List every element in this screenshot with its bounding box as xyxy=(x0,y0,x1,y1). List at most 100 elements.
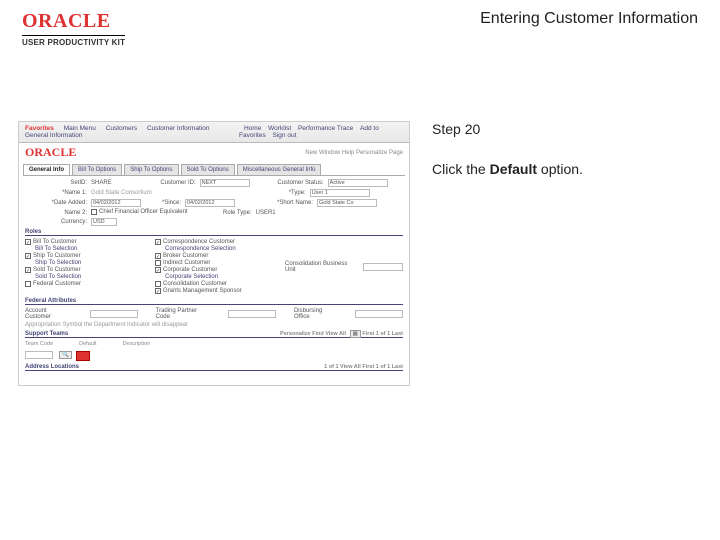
instruction-panel: Step 20 Click the Default option. xyxy=(432,121,702,386)
instruction-prefix: Click the xyxy=(432,161,490,177)
roles-col1: Bill To Customer Bill To Selection Ship … xyxy=(25,239,143,295)
billto-sel-label: Bill To Selection xyxy=(35,246,77,252)
instruction-bold: Default xyxy=(490,161,537,177)
shipto-sel-label: Ship To Selection xyxy=(35,260,81,266)
addr-pager: 1 of 1 View All First 1 of 1 Last xyxy=(324,364,403,370)
name2-label: Name 2: xyxy=(25,210,87,216)
corporate-sel-label: Corporate Selection xyxy=(165,274,218,280)
indirect-cust-label: Indirect Customer xyxy=(163,260,210,266)
tab-soldto[interactable]: Sold To Options xyxy=(181,164,235,175)
since-label: *Since: xyxy=(145,200,181,206)
default-option-button[interactable] xyxy=(76,351,90,361)
cons-bu-input[interactable] xyxy=(363,263,403,271)
billto-cust-checkbox[interactable] xyxy=(25,239,31,245)
federal-cust-checkbox[interactable] xyxy=(25,281,31,287)
shipto-cust-checkbox[interactable] xyxy=(25,253,31,259)
fed-acct-input[interactable] xyxy=(90,310,138,318)
custid-label: Customer ID: xyxy=(116,180,196,186)
grants-checkbox[interactable] xyxy=(155,288,161,294)
oracle-logo: ORACLE xyxy=(22,10,125,33)
federal-cust-label: Federal Customer xyxy=(33,281,81,287)
crumb-custinfo: Customer Information xyxy=(147,125,210,132)
link-home[interactable]: Home xyxy=(244,125,261,132)
crumb-favorites: Favorites xyxy=(25,125,54,132)
instruction-line: Click the Default option. xyxy=(432,161,702,177)
broker-cust-checkbox[interactable] xyxy=(155,253,161,259)
billto-cust-label: Bill To Customer xyxy=(33,239,77,245)
roletype-label: Role Type: xyxy=(192,210,252,216)
currency-input[interactable]: USD xyxy=(91,218,117,226)
grants-label: Grants Management Sponsor xyxy=(163,288,242,294)
fed-note: Appropriation Symbol the Department Indi… xyxy=(25,322,403,328)
tab-shipto[interactable]: Ship To Options xyxy=(124,164,178,175)
currency-label: Currency: xyxy=(25,219,87,225)
cons-cust-checkbox[interactable] xyxy=(155,281,161,287)
shot-toolbar: New Window Help Personalize Page xyxy=(299,148,409,158)
fed-tp-input[interactable] xyxy=(228,310,276,318)
roles-col2: Correspondence Customer Correspondence S… xyxy=(155,239,273,295)
corporate-cust-checkbox[interactable] xyxy=(155,267,161,273)
date-input[interactable]: 04/02/2012 xyxy=(91,199,141,207)
name1-label: *Name 1: xyxy=(25,190,87,196)
name1-value: Gold State Consortium xyxy=(91,190,152,196)
section-address: Address Locations xyxy=(25,364,79,370)
screenshot-panel: Favorites Main Menu Customers Customer I… xyxy=(18,121,410,386)
type-select[interactable]: User 1 xyxy=(310,189,370,197)
cfo-label: Chief Financial Officer Equivalent xyxy=(99,209,188,215)
setid-label: SetID: xyxy=(25,180,87,186)
soldto-cust-label: Sold To Customer xyxy=(33,267,81,273)
corr-cust-checkbox[interactable] xyxy=(155,239,161,245)
fed-acct-label: Account Customer xyxy=(25,308,72,320)
custstatus-select[interactable]: Active xyxy=(328,179,388,187)
teamcode-input[interactable] xyxy=(25,351,53,359)
soldto-cust-checkbox[interactable] xyxy=(25,267,31,273)
section-roles: Roles xyxy=(25,229,403,236)
cons-cust-label: Consolidation Customer xyxy=(163,281,227,287)
link-signout[interactable]: Sign out xyxy=(273,132,297,139)
supp-pager: First 1 of 1 Last xyxy=(362,331,403,337)
tab-misc[interactable]: Miscellaneous General Info xyxy=(237,164,322,175)
shot-form: SetID: SHARE Customer ID: NEXT Customer … xyxy=(19,176,409,377)
supp-grid-icon[interactable]: ▦ xyxy=(350,330,361,338)
content-row: Favorites Main Menu Customers Customer I… xyxy=(0,51,720,386)
custid-input[interactable]: NEXT xyxy=(200,179,250,187)
link-worklist[interactable]: Worklist xyxy=(268,125,291,132)
fed-do-label: Disbursing Office xyxy=(294,308,337,320)
supp-personalize[interactable]: Personalize Find View All xyxy=(280,331,346,337)
tab-billto[interactable]: Bill To Options xyxy=(72,164,122,175)
date-label: *Date Added: xyxy=(25,200,87,206)
crumb-main: Main Menu xyxy=(64,125,96,132)
header: ORACLE USER PRODUCTIVITY KIT Entering Cu… xyxy=(0,0,720,51)
crumb-customers: Customers xyxy=(106,125,137,132)
indirect-cust-checkbox[interactable] xyxy=(155,260,161,266)
crumb-general: General Information xyxy=(25,132,82,139)
short-input[interactable]: Gold State Co xyxy=(317,199,377,207)
instruction-suffix: option. xyxy=(537,161,583,177)
roles-col3: Consolidation Business Unit xyxy=(285,239,403,295)
soldto-sel-label: Sold To Selection xyxy=(35,274,81,280)
short-label: *Short Name: xyxy=(239,200,313,206)
since-input[interactable]: 04/02/2012 xyxy=(185,199,235,207)
supp-col-desc: Description xyxy=(123,341,151,347)
teamcode-lookup-icon[interactable]: 🔍 xyxy=(59,351,72,359)
fed-do-input[interactable] xyxy=(355,310,403,318)
shot-topbar: Favorites Main Menu Customers Customer I… xyxy=(19,122,409,143)
shipto-cust-label: Ship To Customer xyxy=(33,253,81,259)
custstatus-label: Customer Status: xyxy=(254,180,324,186)
cfo-checkbox[interactable] xyxy=(91,209,97,215)
supp-col-team: Team Code xyxy=(25,341,53,347)
section-support: Support Teams xyxy=(25,331,68,337)
shot-toplinks: Home Worklist Performance Trace Add to F… xyxy=(239,125,403,139)
doc-title: Entering Customer Information xyxy=(480,10,698,28)
cons-bu-label: Consolidation Business Unit xyxy=(285,261,359,273)
corporate-cust-label: Corporate Customer xyxy=(163,267,217,273)
shot-oracle-logo: ORACLE xyxy=(19,143,82,162)
shot-tabs: General Info Bill To Options Ship To Opt… xyxy=(23,164,405,176)
logo-block: ORACLE USER PRODUCTIVITY KIT xyxy=(22,10,125,47)
fed-tp-label: Trading Partner Code xyxy=(156,308,211,320)
section-federal: Federal Attributes xyxy=(25,298,403,305)
tab-general-info[interactable]: General Info xyxy=(23,164,70,175)
corr-cust-label: Correspondence Customer xyxy=(163,239,235,245)
link-perf[interactable]: Performance Trace xyxy=(298,125,353,132)
supp-col-default: Default xyxy=(79,341,96,347)
